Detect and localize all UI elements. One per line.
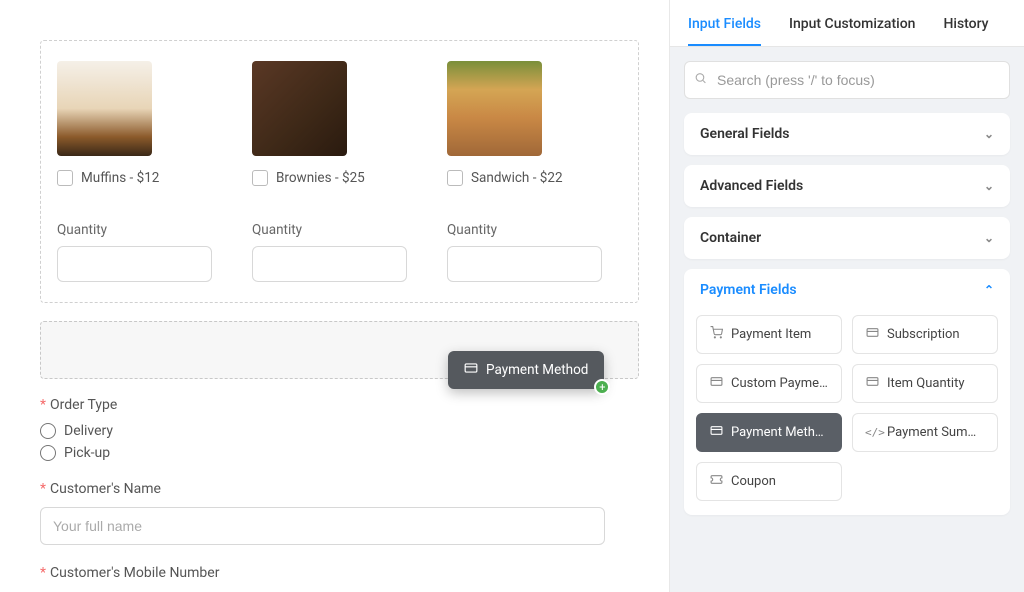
customer-name-label: *Customer's Name bbox=[40, 481, 639, 497]
search-input[interactable] bbox=[684, 61, 1010, 99]
card-icon bbox=[464, 361, 478, 379]
accordion-title: Container bbox=[700, 230, 761, 246]
accordion-title: Advanced Fields bbox=[700, 178, 803, 194]
product-image-brownies bbox=[252, 61, 347, 156]
checkbox-muffins[interactable] bbox=[57, 170, 73, 186]
accordion-header-container[interactable]: Container ⌄ bbox=[684, 217, 1010, 259]
plus-badge-icon: + bbox=[594, 379, 610, 395]
dragging-chip-payment-method[interactable]: Payment Method + bbox=[448, 351, 604, 389]
customer-mobile-field: *Customer's Mobile Number bbox=[40, 565, 639, 581]
quantity-input-sandwich[interactable] bbox=[447, 246, 602, 282]
form-canvas: Muffins - $12 Quantity Brownies - $25 Qu… bbox=[0, 0, 669, 592]
radio-label-delivery: Delivery bbox=[64, 423, 113, 439]
products-container: Muffins - $12 Quantity Brownies - $25 Qu… bbox=[40, 40, 639, 303]
chevron-down-icon: ⌄ bbox=[984, 231, 994, 245]
accordion-header-general[interactable]: General Fields ⌄ bbox=[684, 113, 1010, 155]
quantity-input-muffins[interactable] bbox=[57, 246, 212, 282]
field-label: Payment Method bbox=[731, 425, 829, 440]
field-item-quantity[interactable]: Item Quantity bbox=[852, 364, 998, 403]
dragging-chip-label: Payment Method bbox=[486, 362, 588, 378]
quantity-label: Quantity bbox=[57, 222, 232, 238]
radio-label-pickup: Pick-up bbox=[64, 445, 110, 461]
cart-icon bbox=[709, 326, 723, 343]
field-payment-method[interactable]: Payment Method bbox=[696, 413, 842, 452]
accordion-general: General Fields ⌄ bbox=[684, 113, 1010, 155]
accordion-container: Container ⌄ bbox=[684, 217, 1010, 259]
field-custom-payment[interactable]: Custom Paymen… bbox=[696, 364, 842, 403]
order-type-label: *Order Type bbox=[40, 397, 639, 413]
tab-input-fields[interactable]: Input Fields bbox=[688, 8, 761, 46]
sidebar-tabs: Input Fields Input Customization History bbox=[670, 0, 1024, 47]
customer-name-field: *Customer's Name bbox=[40, 481, 639, 545]
accordion-payment: Payment Fields ⌃ Payment Item Subscripti… bbox=[684, 269, 1010, 515]
field-subscription[interactable]: Subscription bbox=[852, 315, 998, 354]
code-icon: </> bbox=[865, 426, 879, 439]
quantity-input-brownies[interactable] bbox=[252, 246, 407, 282]
field-label: Subscription bbox=[887, 327, 960, 342]
field-label: Coupon bbox=[731, 474, 776, 489]
checkbox-sandwich[interactable] bbox=[447, 170, 463, 186]
sidebar: Input Fields Input Customization History… bbox=[669, 0, 1024, 592]
card-icon bbox=[709, 375, 723, 392]
customer-name-input[interactable] bbox=[40, 507, 605, 545]
field-label: Custom Paymen… bbox=[731, 376, 829, 391]
accordion-title: General Fields bbox=[700, 126, 789, 142]
quantity-label: Quantity bbox=[252, 222, 427, 238]
tab-history[interactable]: History bbox=[943, 8, 988, 46]
accordion-title: Payment Fields bbox=[700, 282, 797, 298]
field-label: Payment Item bbox=[731, 327, 811, 342]
product-label: Muffins - $12 bbox=[81, 170, 159, 186]
customer-mobile-label: *Customer's Mobile Number bbox=[40, 565, 639, 581]
radio-delivery[interactable] bbox=[40, 423, 56, 439]
search-icon bbox=[694, 72, 707, 89]
product-brownies: Brownies - $25 Quantity bbox=[252, 61, 427, 282]
chevron-down-icon: ⌄ bbox=[984, 179, 994, 193]
card-icon bbox=[709, 424, 723, 441]
product-label: Brownies - $25 bbox=[276, 170, 365, 186]
ticket-icon bbox=[709, 473, 723, 490]
card-icon bbox=[865, 326, 879, 343]
accordion-advanced: Advanced Fields ⌄ bbox=[684, 165, 1010, 207]
product-image-sandwich bbox=[447, 61, 542, 156]
chevron-down-icon: ⌄ bbox=[984, 127, 994, 141]
accordion-header-payment[interactable]: Payment Fields ⌃ bbox=[684, 269, 1010, 311]
tab-input-customization[interactable]: Input Customization bbox=[789, 8, 915, 46]
product-label: Sandwich - $22 bbox=[471, 170, 563, 186]
search-box bbox=[684, 61, 1010, 99]
field-label: Item Quantity bbox=[887, 376, 965, 391]
product-image-muffins bbox=[57, 61, 152, 156]
chevron-up-icon: ⌃ bbox=[984, 283, 994, 297]
card-icon bbox=[865, 375, 879, 392]
quantity-label: Quantity bbox=[447, 222, 622, 238]
product-muffins: Muffins - $12 Quantity bbox=[57, 61, 232, 282]
product-sandwich: Sandwich - $22 Quantity bbox=[447, 61, 622, 282]
order-type-field: *Order Type Delivery Pick-up bbox=[40, 397, 639, 461]
radio-pickup[interactable] bbox=[40, 445, 56, 461]
field-payment-item[interactable]: Payment Item bbox=[696, 315, 842, 354]
field-label: Payment Summa… bbox=[887, 425, 985, 440]
field-payment-summary[interactable]: </> Payment Summa… bbox=[852, 413, 998, 452]
field-coupon[interactable]: Coupon bbox=[696, 462, 842, 501]
accordion-header-advanced[interactable]: Advanced Fields ⌄ bbox=[684, 165, 1010, 207]
checkbox-brownies[interactable] bbox=[252, 170, 268, 186]
